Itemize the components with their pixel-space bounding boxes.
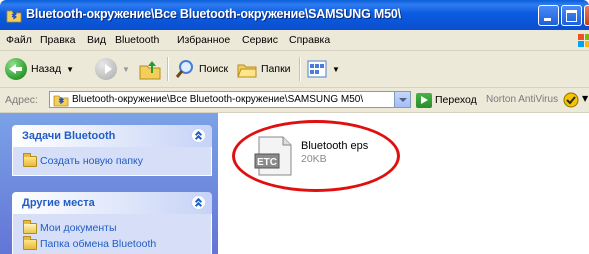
panel-header[interactable]: Задачи Bluetooth [12, 125, 212, 147]
panel-body: Создать новую папку [12, 147, 212, 176]
back-arrow-icon [5, 58, 27, 80]
menu-tools[interactable]: Сервис [242, 34, 278, 46]
menu-help[interactable]: Справка [289, 34, 330, 46]
up-folder-icon [139, 61, 161, 80]
menu-bar: Файл Правка Вид Bluetooth Избранное Серв… [0, 30, 589, 51]
folder-icon [23, 235, 37, 250]
create-folder-link[interactable]: Создать новую папку [23, 152, 211, 169]
highlight-annotation [232, 120, 400, 192]
panel-title: Другие места [22, 197, 95, 209]
forward-arrow-icon [95, 58, 117, 80]
toolbar-separator [299, 57, 301, 81]
bluetooth-folder-icon [53, 95, 69, 107]
panel-body: Мои документы Папка обмена Bluetooth [12, 214, 212, 254]
search-button[interactable]: Поиск [174, 56, 228, 82]
chevron-down-icon[interactable]: ▼ [582, 94, 588, 103]
address-label: Адрес: [5, 94, 38, 106]
folders-label: Папки [261, 63, 291, 75]
folder-icon [23, 152, 37, 167]
collapse-icon[interactable] [191, 128, 206, 143]
window-title: Bluetooth-окружение\Все Bluetooth-окруже… [26, 7, 401, 21]
up-folder-button[interactable] [138, 56, 162, 82]
menu-edit[interactable]: Правка [40, 34, 75, 46]
go-button[interactable]: Переход [435, 94, 477, 106]
bluetooth-folder-icon [6, 10, 22, 23]
minimize-button[interactable] [538, 5, 559, 26]
place-label: Папка обмена Bluetooth [40, 238, 157, 250]
bluetooth-tasks-panel: Задачи Bluetooth Создать новую папку [12, 125, 212, 176]
chevron-down-icon[interactable]: ▼ [122, 65, 130, 74]
maximize-button[interactable] [561, 5, 582, 26]
my-documents-link[interactable]: Мои документы [23, 219, 211, 236]
place-label: Мои документы [40, 222, 117, 234]
close-button[interactable] [584, 5, 589, 26]
bluetooth-exchange-folder-link[interactable]: Папка обмена Bluetooth [23, 235, 211, 252]
other-places-panel: Другие места Мои документы Папка обмена … [12, 192, 212, 254]
windows-logo-icon [578, 34, 589, 47]
go-arrow-icon[interactable] [416, 93, 432, 108]
panel-header[interactable]: Другие места [12, 192, 212, 214]
chevron-down-icon[interactable]: ▼ [66, 65, 74, 74]
menu-file[interactable]: Файл [6, 34, 32, 46]
search-icon [175, 60, 193, 78]
search-label: Поиск [199, 63, 229, 75]
views-button[interactable]: ▼ [307, 56, 340, 82]
chevron-down-icon[interactable]: ▼ [332, 65, 340, 74]
task-label: Создать новую папку [40, 155, 144, 167]
menu-favorites[interactable]: Избранное [177, 34, 230, 46]
back-label: Назад [31, 63, 62, 75]
explorer-window: Bluetooth-окружение\Все Bluetooth-окруже… [0, 0, 589, 254]
address-input[interactable]: Bluetooth-окружение\Все Bluetooth-окруже… [49, 91, 411, 108]
folders-icon [237, 64, 257, 78]
my-documents-icon [23, 219, 37, 234]
address-dropdown-button[interactable] [394, 92, 410, 107]
menu-view[interactable]: Вид [87, 34, 106, 46]
back-button[interactable]: Назад ▼ [5, 56, 74, 82]
menu-bluetooth[interactable]: Bluetooth [115, 34, 159, 46]
toolbar-separator [167, 57, 169, 81]
task-pane: Задачи Bluetooth Создать новую папку Дру… [0, 113, 218, 254]
folders-button[interactable]: Папки [236, 56, 291, 82]
norton-antivirus-label: Norton AntiVirus [486, 94, 559, 105]
forward-button[interactable]: ▼ [95, 56, 130, 82]
address-value: Bluetooth-окружение\Все Bluetooth-окруже… [72, 94, 364, 105]
collapse-icon[interactable] [191, 195, 206, 210]
views-icon [307, 60, 327, 78]
panel-title: Задачи Bluetooth [22, 130, 116, 142]
address-bar: Адрес: Bluetooth-окружение\Все Bluetooth… [0, 88, 589, 113]
title-bar[interactable]: Bluetooth-окружение\Все Bluetooth-окруже… [0, 0, 589, 30]
norton-icon[interactable] [563, 92, 579, 108]
toolbar: Назад ▼ ▼ Поиск Папки ▼ [0, 51, 589, 88]
